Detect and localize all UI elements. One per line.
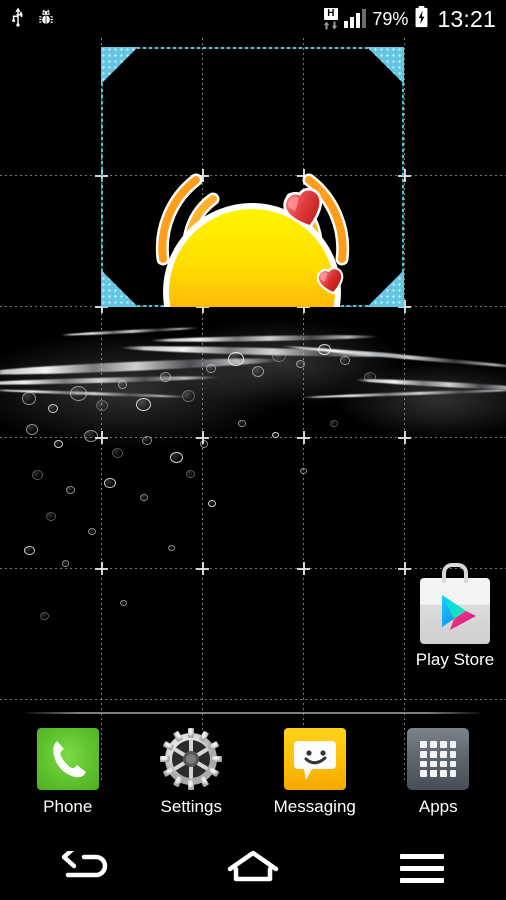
- alarm-clock-widget[interactable]: [101, 47, 404, 406]
- android-home-screen: Play Store Phone Settings Messaging Apps…: [0, 0, 506, 900]
- navigation-bar: [0, 836, 506, 900]
- app-drawer-grid-icon: [407, 728, 470, 790]
- menu-lines-icon: [399, 853, 444, 883]
- nav-menu-button[interactable]: [362, 836, 482, 900]
- status-bar-clock: 13:21: [437, 5, 496, 32]
- nav-back-button[interactable]: [24, 836, 144, 900]
- back-arrow-icon: [58, 845, 110, 886]
- message-bubble-icon: [283, 728, 346, 790]
- dock-item-messaging[interactable]: Messaging: [259, 728, 371, 817]
- widget-selection-frame[interactable]: [101, 47, 404, 406]
- dock-item-phone[interactable]: Phone: [12, 728, 124, 817]
- gear-icon: [160, 728, 223, 790]
- data-arrows-icon: [323, 21, 338, 30]
- dock-label: Settings: [160, 797, 222, 816]
- phone-icon: [36, 728, 99, 790]
- usb-icon: [10, 7, 26, 32]
- network-type-icon: H: [323, 8, 338, 30]
- signal-strength-icon: [344, 9, 367, 28]
- dock-label: Phone: [43, 797, 93, 816]
- network-type-label: H: [324, 8, 338, 20]
- home-app-play-store[interactable]: Play Store: [402, 563, 506, 670]
- dock-label: Messaging: [273, 797, 356, 816]
- dock-item-settings[interactable]: Settings: [135, 728, 247, 817]
- debug-icon: [37, 8, 55, 31]
- play-store-icon: [420, 563, 490, 644]
- battery-percent-label: 79%: [372, 9, 409, 29]
- dock: Phone Settings Messaging Apps: [0, 728, 506, 836]
- dock-divider: [26, 712, 480, 714]
- dock-item-apps[interactable]: Apps: [382, 728, 494, 817]
- alarm-clock-icon: [155, 173, 350, 406]
- home-app-label: Play Store: [415, 650, 495, 669]
- dock-label: Apps: [418, 797, 458, 816]
- nav-home-button[interactable]: [193, 836, 313, 900]
- battery-charging-icon: [414, 5, 429, 33]
- home-house-icon: [226, 849, 280, 888]
- status-bar: H 79% 13:21: [0, 0, 506, 38]
